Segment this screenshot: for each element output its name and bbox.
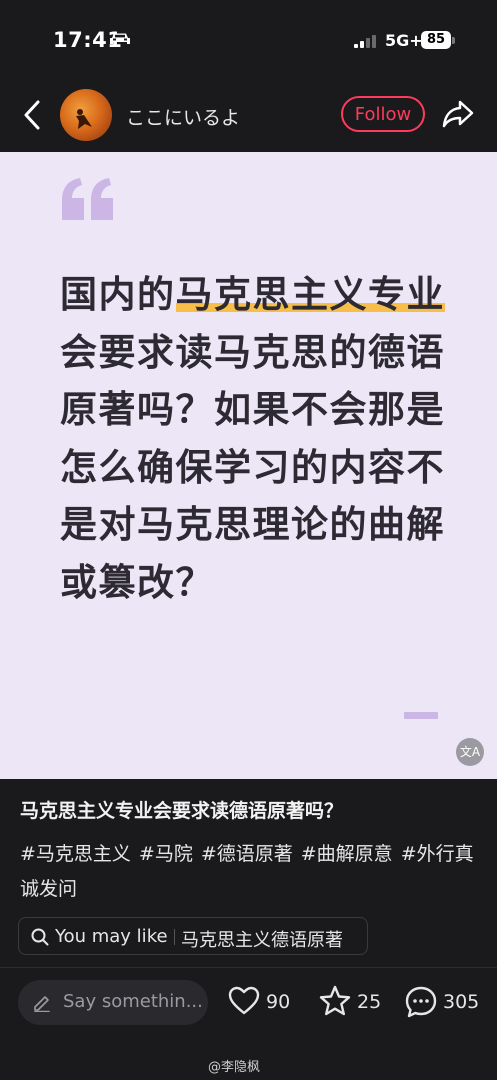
hashtag[interactable]: #德语原著 [201,843,293,865]
follow-button[interactable]: Follow [341,96,425,132]
comment-count: 305 [443,991,480,1013]
battery-tip [452,37,455,44]
cellular-signal-icon [354,35,376,48]
hashtag[interactable]: #马院 [139,843,193,865]
battery-level: 85 [421,31,451,49]
quote-mark-icon [62,178,113,220]
you-may-like-chip[interactable]: You may like 马克思主义德语原著 [18,917,368,955]
hashtag-list: #马克思主义 #马院 #德语原著 #曲解原意 #外行真诚发问 [20,837,480,907]
network-type: 5G+ [385,31,423,50]
translate-icon[interactable]: 文A [456,738,484,766]
comment-input[interactable]: Say somethin... [18,980,208,1025]
hashtag[interactable]: #马克思主义 [20,843,131,865]
question-text-highlight: 马克思主义专业 [175,273,445,316]
watermark: @李隐枫 [208,1060,261,1075]
pencil-icon [34,996,50,1012]
you-may-like-query: 马克思主义德语原著 [181,930,343,951]
avatar[interactable] [60,89,112,141]
heart-icon[interactable] [228,986,260,1016]
hashtag[interactable]: #曲解原意 [301,843,393,865]
avatar-silhouette [76,109,92,129]
you-may-like-label: You may like [55,926,168,947]
decorative-dash [404,712,438,719]
share-icon[interactable] [441,98,475,130]
collect-count: 25 [357,991,382,1013]
status-bar: 17:41 5G+ 85 [0,0,497,80]
comment-placeholder: Say somethin... [63,991,203,1012]
like-count: 90 [266,991,291,1013]
question-text: 国内的马克思主义专业会要求读马克思的德语原著吗？如果不会那是怎么确保学习的内容不… [60,266,450,611]
post-title: 马克思主义专业会要求读德语原著吗？ [20,800,344,822]
car-icon [110,33,130,44]
chip-separator [174,929,175,945]
back-arrow-icon[interactable] [22,99,42,131]
comment-bubble-icon[interactable] [404,985,438,1019]
username[interactable]: ここにいるよ [126,103,240,130]
star-icon[interactable] [318,984,352,1018]
search-icon [31,928,49,946]
divider [0,967,497,968]
question-text-after: 会要求读马克思的德语原著吗？如果不会那是怎么确保学习的内容不是对马克思理论的曲解… [60,330,445,604]
question-text-before: 国内的 [60,273,176,316]
